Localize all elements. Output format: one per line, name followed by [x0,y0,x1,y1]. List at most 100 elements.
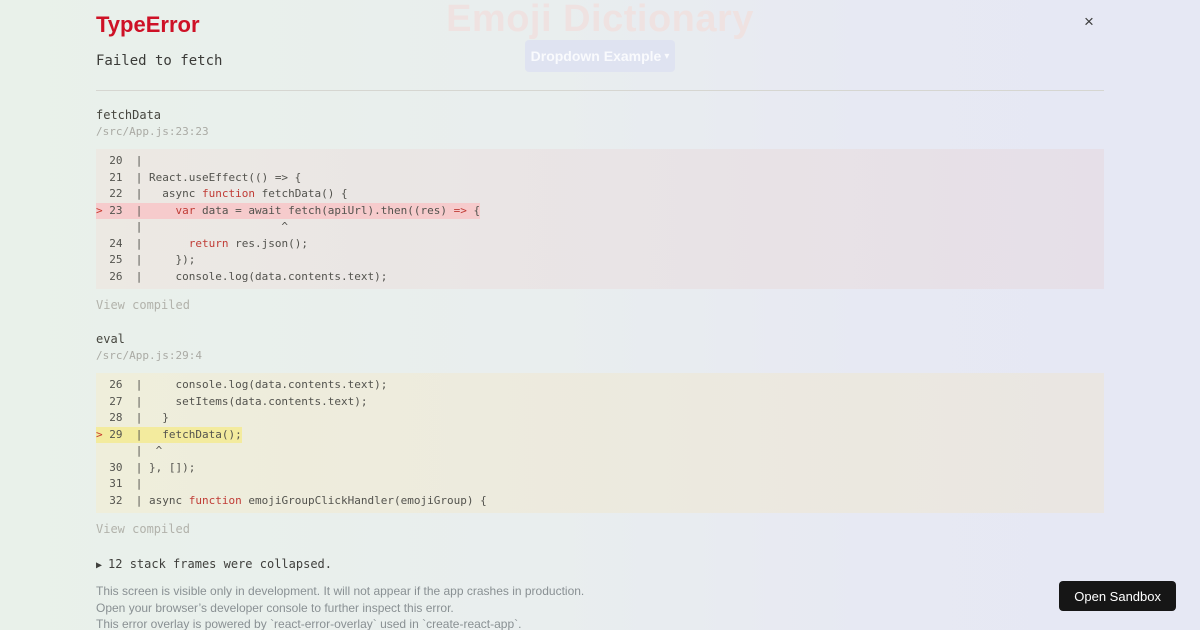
dev-note-visibility: This screen is visible only in developme… [96,584,585,598]
line-number-gutter: 31 | [102,477,149,490]
code-line: 27 | setItems(data.contents.text); [96,394,1104,411]
line-number-gutter: 30 | [102,460,149,474]
code-token: async [148,493,189,507]
code-line: | ^ [96,443,1104,460]
code-line-content: 26 | console.log(data.contents.text); [96,378,387,391]
code-token: }, []); [148,460,196,474]
code-line-content: 21 | React.useEffect(() => { [96,171,301,184]
code-line: 25 | }); [96,252,1104,269]
header-divider [96,90,1104,91]
code-line-content: 25 | }); [96,253,195,266]
dev-note-console: Open your browser’s developer console to… [96,600,454,615]
code-line: 24 | return res.json(); [96,236,1104,253]
gutter [96,411,103,424]
triangle-right-icon: ▶ [96,560,103,571]
keyword-token: var [175,203,196,217]
code-line: 20 | [96,153,1104,170]
line-number-gutter: 21 | [102,170,149,184]
error-line-marker: > [96,427,103,441]
code-line-content: > 29 | fetchData(); [96,426,242,443]
code-line-content: 20 | [96,154,149,167]
code-line-content: 30 | }, []); [96,461,195,474]
line-number-gutter: 25 | [102,253,149,266]
gutter [96,154,103,167]
view-compiled-link[interactable]: View compiled [96,299,190,312]
code-line: > 29 | fetchData(); [96,426,1104,443]
frame-location: /src/App.js:29:4 [96,349,202,362]
code-line-content: 22 | async function fetchData() { [96,187,348,200]
line-number-gutter: 32 | [102,493,149,507]
collapsed-frames-toggle[interactable]: ▶ 12 stack frames were collapsed. [96,557,332,573]
keyword-token: => [453,203,467,217]
code-line-content: 24 | return res.json(); [96,237,308,250]
code-token: } [148,411,169,424]
error-line-marker: > [96,203,103,217]
frame-function-name: fetchData [96,108,162,122]
line-number-gutter: 23 | [102,203,149,217]
line-number-gutter: 27 | [102,394,149,408]
gutter [96,444,103,457]
code-line: 26 | console.log(data.contents.text); [96,269,1104,286]
gutter [96,220,103,233]
code-line: | ^ [96,219,1104,236]
code-line-content: 27 | setItems(data.contents.text); [96,394,367,408]
code-token: fetchData() { [254,187,348,200]
line-number-gutter: 20 | [102,154,149,167]
code-token: emojiGroupClickHandler(emojiGroup) { [241,493,487,507]
open-sandbox-button[interactable]: Open Sandbox [1059,581,1176,611]
code-line-content: 26 | console.log(data.contents.text); [96,270,387,283]
gutter [96,270,103,283]
caret-pointer: ^ [148,220,289,233]
error-type-title: TypeError [96,12,200,37]
code-token: res.json(); [228,236,308,250]
line-number-gutter: 29 | [102,427,149,441]
code-line: 28 | } [96,410,1104,427]
close-icon[interactable]: × [1078,11,1100,33]
error-message: Failed to fetch [96,53,223,69]
line-number-gutter: 22 | [102,187,149,200]
line-number-gutter: 26 | [102,378,149,391]
code-line-content: 28 | } [96,411,169,424]
line-number-gutter: 28 | [102,411,149,424]
gutter [96,171,103,184]
error-overlay: TypeError Failed to fetch fetchData/src/… [96,0,1104,630]
gutter [96,494,103,507]
gutter [96,253,103,266]
code-token: console.log(data.contents.text); [148,269,388,283]
frame-function-name: eval [96,332,125,346]
line-number-gutter: 24 | [102,236,149,250]
view-compiled-link[interactable]: View compiled [96,523,190,536]
code-line-content: | ^ [96,444,163,457]
code-token: fetchData(); [148,427,242,441]
gutter [96,461,103,474]
code-token: console.log(data.contents.text); [148,378,388,391]
dev-note-powered-by: This error overlay is powered by `react-… [96,617,522,630]
code-line: 26 | console.log(data.contents.text); [96,377,1104,394]
keyword-token: function [201,187,255,200]
code-token: async [148,187,202,200]
stack-frame: eval/src/App.js:29:4 26 | console.log(da… [96,332,1104,536]
keyword-token: function [188,493,242,507]
code-line: 32 | async function emojiGroupClickHandl… [96,493,1104,510]
code-token: data = await fetch(apiUrl).then((res) [195,203,454,217]
code-token: }); [148,253,196,266]
code-line: 21 | React.useEffect(() => { [96,170,1104,187]
code-token: { [466,203,481,217]
collapsed-frames-label: 12 stack frames were collapsed. [108,557,332,571]
keyword-token: return [188,236,229,250]
code-line-content: 31 | [96,477,149,490]
gutter [96,237,103,250]
code-line-content: > 23 | var data = await fetch(apiUrl).th… [96,202,481,219]
code-line-content: | ^ [96,220,288,233]
code-line: 22 | async function fetchData() { [96,186,1104,203]
code-block: 26 | console.log(data.contents.text); 27… [96,373,1104,513]
gutter [96,187,103,200]
frame-location: /src/App.js:23:23 [96,125,209,138]
stack-frames: fetchData/src/App.js:23:23 20 | 21 | Rea… [96,108,1104,536]
code-block: 20 | 21 | React.useEffect(() => { 22 | a… [96,149,1104,289]
code-token: React.useEffect(() => { [148,170,302,184]
code-line: 31 | [96,476,1104,493]
gutter [96,378,103,391]
stack-frame: fetchData/src/App.js:23:23 20 | 21 | Rea… [96,108,1104,312]
